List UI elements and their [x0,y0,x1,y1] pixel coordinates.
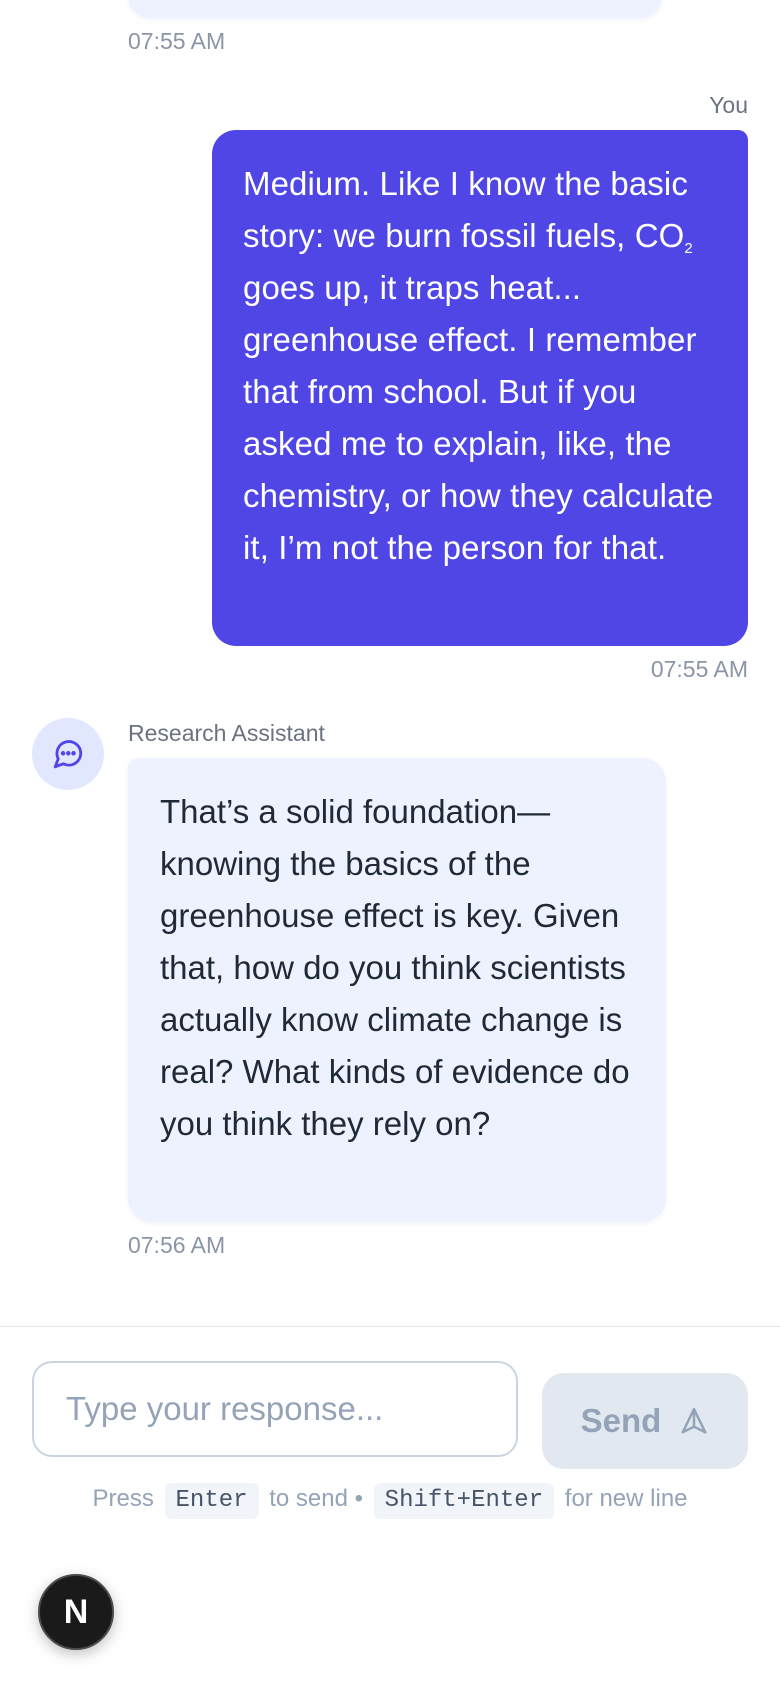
composer: Send Press Enter to send • Shift+Enter f… [0,1326,780,1688]
chat-messages: 07:55 AM You Medium. Like I know the bas… [0,0,780,1326]
send-arrow-icon [681,1407,707,1434]
message-timestamp: 07:56 AM [128,1232,226,1258]
previous-message-bubble [128,0,662,18]
assistant-sender-label: Research Assistant [128,720,325,746]
message-timestamp: 07:55 AM [128,28,226,54]
badge-letter: N [63,1592,89,1631]
assistant-message-text: That’s a solid foundation—knowing the ba… [160,793,630,1142]
hint-to-send: to send • [269,1485,363,1512]
shift-enter-key: Shift+Enter [373,1483,555,1519]
subscript-two: 2 [684,240,693,257]
keyboard-hint: Press Enter to send • Shift+Enter for ne… [0,1481,780,1519]
response-input[interactable] [32,1361,518,1457]
hint-new-line: for new line [564,1485,688,1512]
hint-press: Press [92,1485,154,1512]
message-timestamp: 07:55 AM [650,656,748,682]
user-message-text-cont: goes up, it traps heat... greenhouse eff… [243,269,714,566]
user-message-bubble: Medium. Like I know the basic story: we … [212,130,748,646]
n-logo-badge[interactable]: N [38,1574,114,1650]
user-sender-label: You [709,92,748,118]
assistant-message-bubble: That’s a solid foundation—knowing the ba… [128,758,666,1222]
send-button[interactable]: Send [542,1373,748,1469]
chat-bubble-icon [53,740,83,769]
assistant-avatar [32,718,104,790]
user-message-text: Medium. Like I know the basic story: we … [243,165,688,254]
send-button-label: Send [580,1402,662,1439]
enter-key: Enter [164,1483,259,1519]
